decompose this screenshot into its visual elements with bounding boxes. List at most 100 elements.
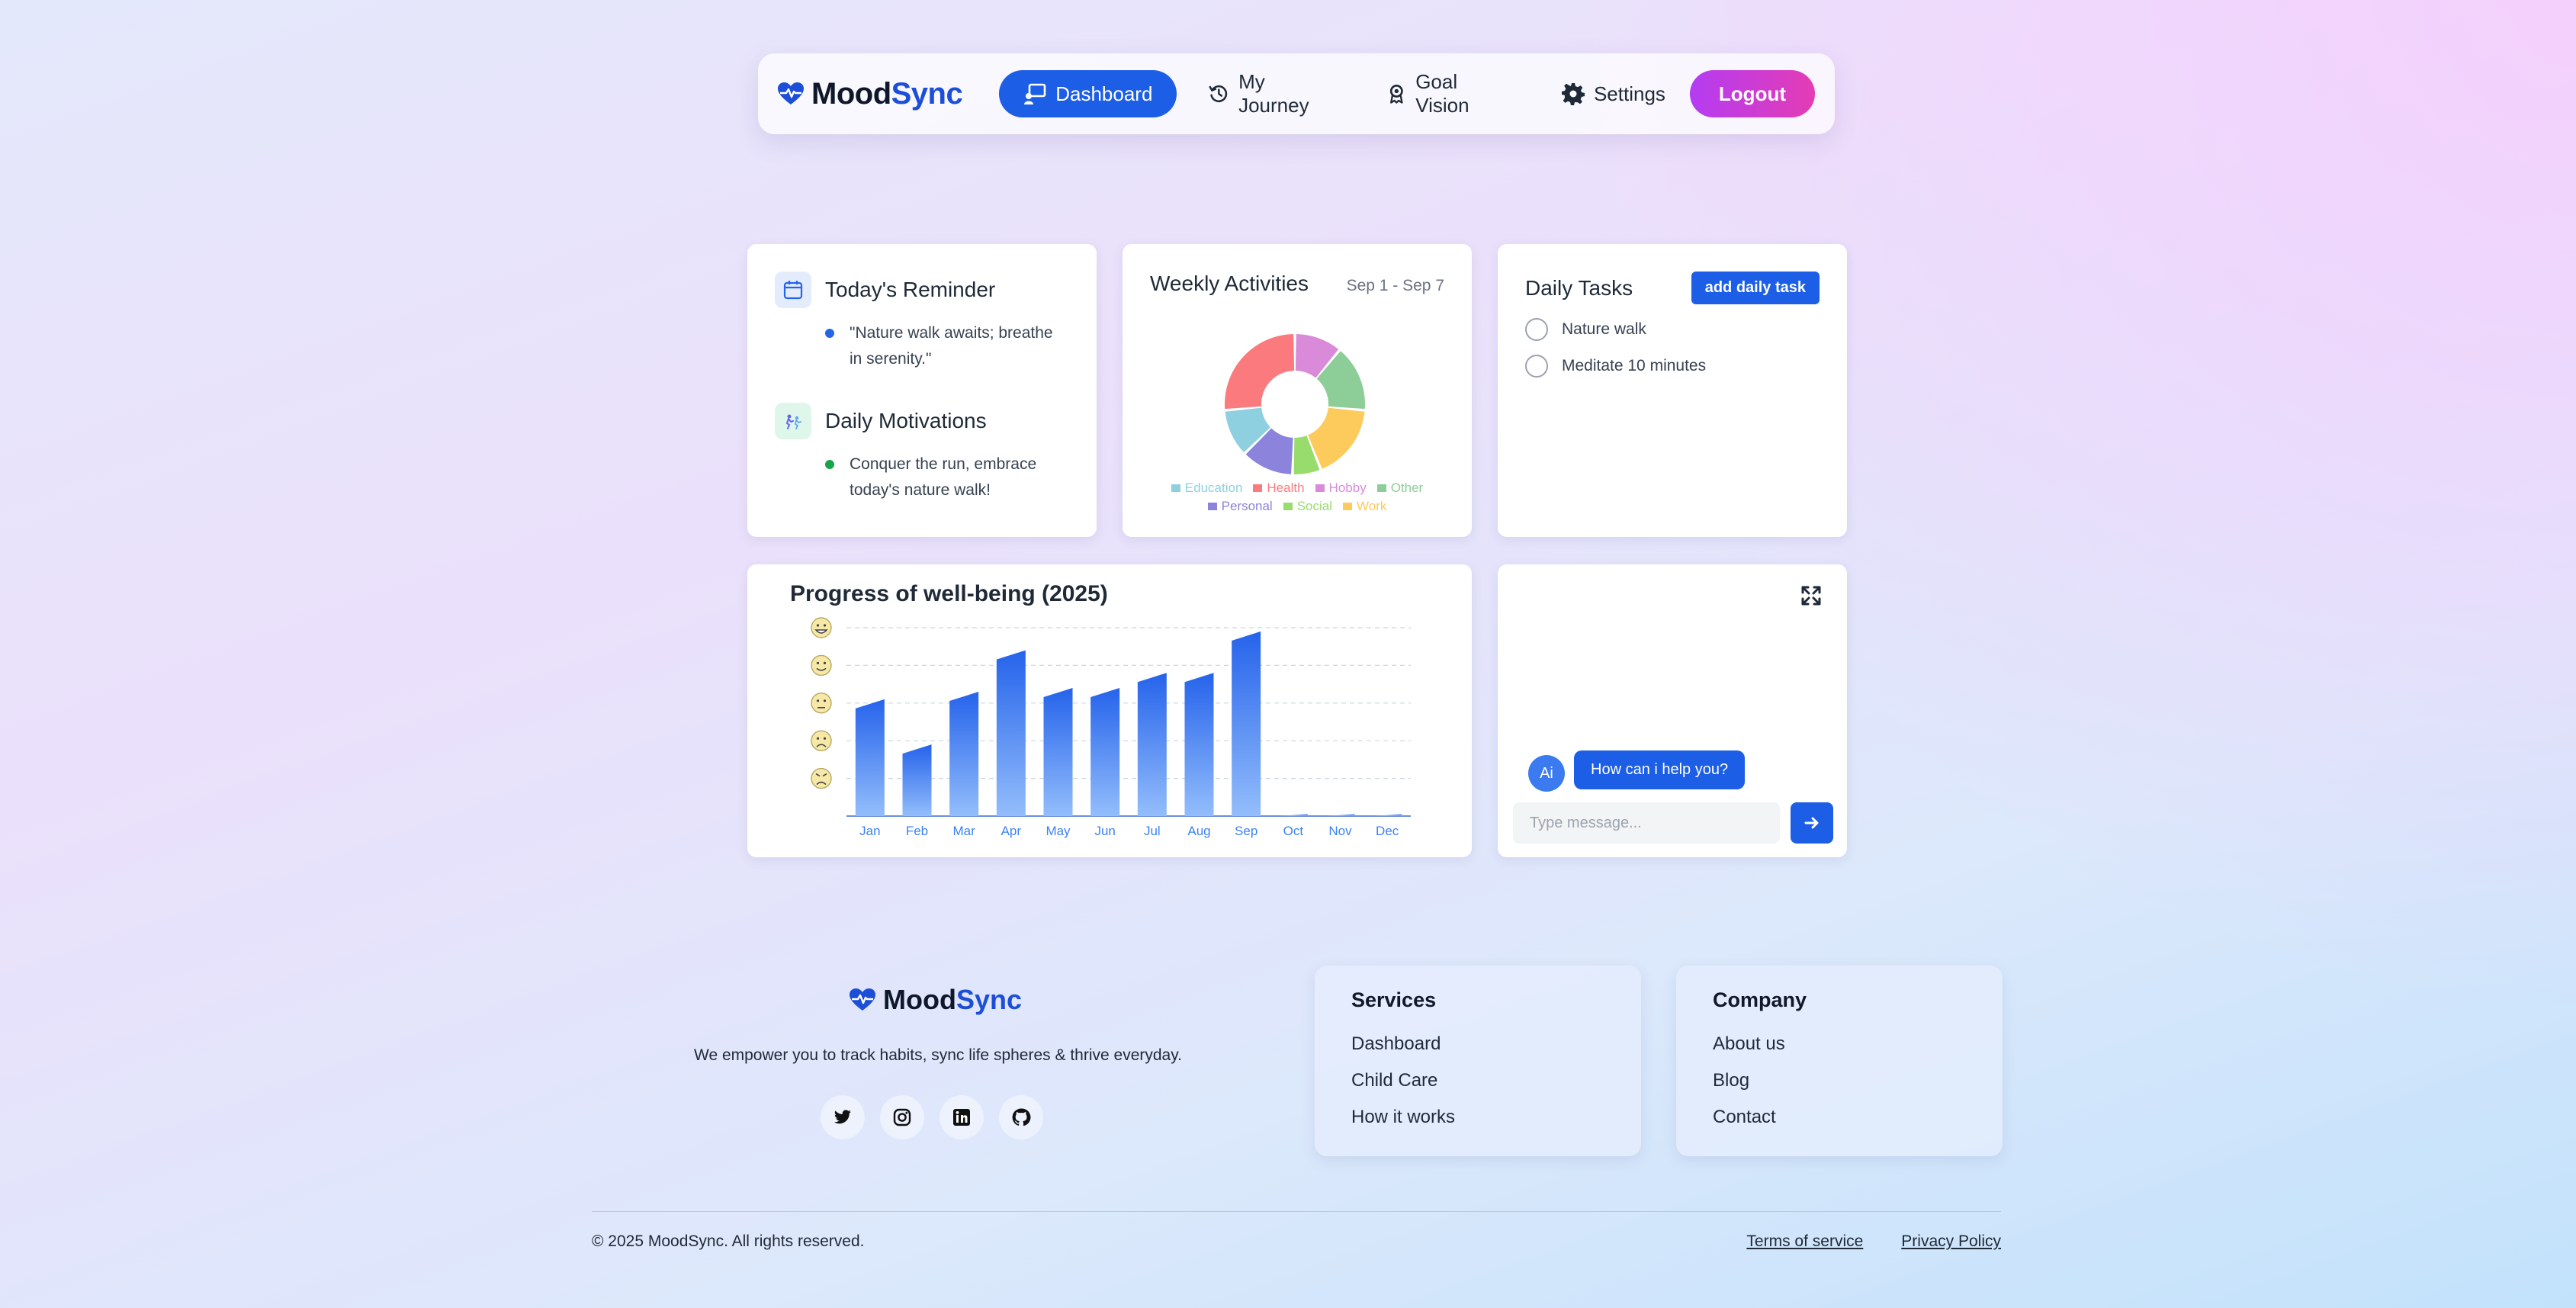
sad-face-icon: [811, 730, 832, 751]
x-tick-label: Apr: [1001, 824, 1022, 838]
linkedin-icon: [953, 1109, 970, 1126]
instagram-link[interactable]: [880, 1095, 924, 1139]
legend-label: Other: [1390, 480, 1424, 495]
nav-dashboard[interactable]: Dashboard: [999, 70, 1177, 117]
legend-label: Health: [1267, 480, 1305, 495]
bar-mar[interactable]: [949, 691, 979, 816]
legend-item-health[interactable]: Health: [1253, 480, 1305, 496]
history-icon: [1209, 85, 1228, 102]
x-tick-label: Mar: [953, 824, 976, 838]
footer-brand-logo[interactable]: MoodSync: [850, 984, 1022, 1016]
nav-settings[interactable]: Settings: [1537, 70, 1690, 117]
progress-title: Progress of well-being (2025): [790, 581, 1108, 606]
donut-slice-work[interactable]: [1308, 407, 1365, 469]
bar-dec[interactable]: [1373, 814, 1402, 816]
dashboard-icon: [1024, 83, 1046, 104]
legend-item-work[interactable]: Work: [1343, 499, 1386, 514]
bar-may[interactable]: [1043, 688, 1073, 816]
bullet-dot: [825, 460, 834, 469]
twitter-icon: [834, 1110, 851, 1124]
brand-name-part2: Sync: [891, 76, 963, 111]
x-tick-label: Aug: [1187, 824, 1210, 838]
github-link[interactable]: [999, 1095, 1043, 1139]
privacy-policy-link[interactable]: Privacy Policy: [1901, 1232, 2001, 1251]
nav-goal-vision[interactable]: Goal Vision: [1362, 70, 1530, 117]
bar-feb[interactable]: [902, 744, 932, 816]
motivation-text: Conquer the run, embrace today's nature …: [850, 455, 1037, 499]
task-label: Meditate 10 minutes: [1562, 357, 1707, 374]
add-daily-task-button[interactable]: add daily task: [1691, 272, 1820, 304]
runners-icon: [775, 403, 811, 439]
footer-link-dashboard[interactable]: Dashboard: [1351, 1026, 1604, 1062]
legend-label: Work: [1357, 499, 1387, 513]
legend-swatch: [1207, 503, 1217, 510]
bar-apr[interactable]: [996, 650, 1026, 816]
footer-tagline: We empower you to track habits, sync lif…: [694, 1046, 1182, 1064]
logout-button[interactable]: Logout: [1689, 70, 1815, 117]
heart-pulse-icon: [850, 988, 875, 1011]
legend-swatch: [1315, 484, 1325, 492]
x-tick-label: Sep: [1235, 824, 1257, 838]
reminder-card: Today's Reminder "Nature walk awaits; br…: [747, 244, 1097, 537]
weekly-donut-chart: [1225, 334, 1365, 474]
ai-avatar: Ai: [1528, 755, 1565, 792]
footer-link-child-care[interactable]: Child Care: [1351, 1062, 1604, 1099]
task-item[interactable]: Meditate 10 minutes: [1525, 355, 1820, 378]
bar-nov[interactable]: [1325, 814, 1355, 816]
weekly-title: Weekly Activities: [1150, 272, 1309, 295]
legend-item-other[interactable]: Other: [1376, 480, 1424, 496]
smiling-face-icon: [811, 654, 832, 676]
bullet-dot: [825, 329, 834, 338]
legend-swatch: [1253, 484, 1263, 492]
reminder-title: Today's Reminder: [825, 278, 996, 301]
x-tick-label: Jun: [1094, 824, 1115, 838]
task-checkbox[interactable]: [1525, 355, 1548, 378]
footer-company-card: Company About us Blog Contact: [1676, 966, 2003, 1156]
legend-swatch: [1283, 503, 1293, 510]
chat-message-input[interactable]: [1513, 802, 1780, 844]
footer-services-card: Services Dashboard Child Care How it wor…: [1315, 966, 1641, 1156]
footer-link-how-it-works[interactable]: How it works: [1351, 1099, 1604, 1136]
bar-jul[interactable]: [1137, 673, 1167, 816]
legend-item-social[interactable]: Social: [1283, 499, 1332, 514]
footer-link-about-us[interactable]: About us: [1713, 1026, 1966, 1062]
donut-slice-health[interactable]: [1225, 334, 1295, 410]
linkedin-link[interactable]: [940, 1095, 984, 1139]
company-heading: Company: [1713, 988, 1807, 1011]
footer-brand-part1: Mood: [883, 984, 956, 1015]
send-button[interactable]: [1791, 802, 1833, 844]
legend-swatch: [1171, 484, 1180, 492]
bar-jan[interactable]: [855, 699, 885, 816]
gear-icon: [1561, 83, 1585, 105]
task-item[interactable]: Nature walk: [1525, 318, 1820, 341]
task-checkbox[interactable]: [1525, 318, 1548, 341]
copyright-text: © 2025 MoodSync. All rights reserved.: [592, 1232, 865, 1250]
github-icon: [1012, 1108, 1031, 1126]
x-tick-label: Nov: [1328, 824, 1352, 838]
brand-logo[interactable]: MoodSync: [778, 76, 963, 111]
legend-label: Education: [1184, 480, 1243, 495]
legend-item-personal[interactable]: Personal: [1207, 499, 1273, 514]
x-tick-label: Jul: [1144, 824, 1161, 838]
footer-link-blog[interactable]: Blog: [1713, 1062, 1966, 1099]
brand-name-part1: Mood: [811, 76, 891, 111]
legend-swatch: [1376, 484, 1386, 492]
footer-divider: [592, 1211, 2001, 1212]
expand-icon[interactable]: [1801, 586, 1821, 606]
nav-goal-vision-label: Goal Vision: [1415, 70, 1469, 117]
x-tick-label: Jan: [859, 824, 880, 838]
nav-my-journey[interactable]: My Journey: [1184, 70, 1354, 117]
legend-item-hobby[interactable]: Hobby: [1315, 480, 1367, 496]
bar-sep[interactable]: [1232, 631, 1261, 816]
nav-settings-label: Settings: [1593, 82, 1665, 105]
bar-jun[interactable]: [1090, 688, 1120, 816]
legend-item-education[interactable]: Education: [1171, 480, 1243, 496]
heart-pulse-icon: [778, 82, 804, 104]
angry-face-icon: [811, 767, 832, 789]
award-icon: [1389, 85, 1403, 104]
twitter-link[interactable]: [821, 1095, 865, 1139]
terms-of-service-link[interactable]: Terms of service: [1746, 1232, 1863, 1251]
bar-oct[interactable]: [1278, 814, 1308, 816]
footer-link-contact[interactable]: Contact: [1713, 1099, 1966, 1136]
bar-aug[interactable]: [1184, 673, 1214, 816]
